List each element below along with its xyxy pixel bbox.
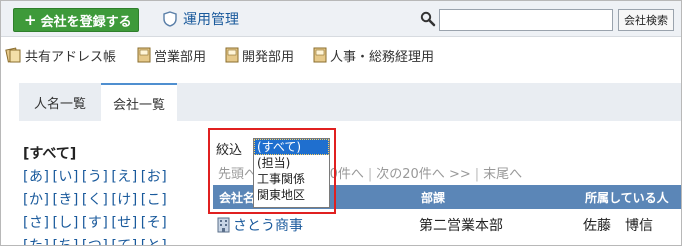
address-book-icon <box>313 47 327 63</box>
filter-option-construction[interactable]: 工事関係 <box>254 171 329 187</box>
kana-link[interactable]: [つ] <box>82 238 108 245</box>
kana-link[interactable]: [ち] <box>52 238 78 245</box>
kana-link[interactable]: [え] <box>111 169 137 185</box>
admin-label: 運用管理 <box>183 12 239 28</box>
company-search-button[interactable]: 会社検索 <box>618 9 674 31</box>
building-icon <box>217 217 230 233</box>
address-book-icon <box>5 47 21 63</box>
column-header-person[interactable]: 所属している人 <box>585 189 669 206</box>
kana-link[interactable]: [け] <box>111 192 137 208</box>
kana-link[interactable]: [し] <box>52 215 78 231</box>
view-tabs: 人名一覧 会社一覧 <box>1 79 681 123</box>
filter-option-assigned[interactable]: (担当) <box>254 155 329 171</box>
kana-link[interactable]: [こ] <box>141 192 167 208</box>
address-book-label: 人事・総務経理用 <box>330 49 435 65</box>
company-search-input[interactable] <box>439 9 613 31</box>
dept-cell: 第二営業本部 <box>419 218 503 234</box>
address-book-list: 共有アドレス帳 営業部用 開発部用 人事・総務経理用 <box>1 39 681 71</box>
address-book-label: 営業部用 <box>154 49 207 65</box>
shield-icon <box>163 11 177 27</box>
filter-option-kanto[interactable]: 関東地区 <box>254 187 329 203</box>
kana-link[interactable]: [せ] <box>111 215 137 231</box>
kana-link[interactable]: [と] <box>141 238 167 245</box>
kana-index-row: [さ] [し] [す] [せ] [そ] <box>23 212 170 232</box>
kana-link[interactable]: [お] <box>141 169 167 185</box>
company-name: さとう商事 <box>233 218 303 234</box>
kana-link[interactable]: [あ] <box>23 169 49 185</box>
address-book-label: 共有アドレス帳 <box>25 49 117 65</box>
kana-link[interactable]: [て] <box>111 238 137 245</box>
address-book-sales[interactable]: 営業部用 <box>136 46 206 65</box>
kana-index-row: [た] [ち] [つ] [て] [と] <box>23 235 170 245</box>
search-icon <box>420 11 436 27</box>
top-toolbar: + 会社を登録する 運用管理 会社検索 <box>1 1 681 37</box>
window: + 会社を登録する 運用管理 会社検索 共有アドレス帳 営業部用 開発部用 人事… <box>0 0 682 246</box>
kana-link[interactable]: [か] <box>23 192 49 208</box>
kana-link[interactable]: [い] <box>52 169 78 185</box>
address-book-icon <box>225 47 239 63</box>
kana-index-row: [あ] [い] [う] [え] [お] <box>23 166 170 186</box>
address-book-shared[interactable]: 共有アドレス帳 <box>5 46 116 65</box>
filter-option-all[interactable]: (すべて) <box>254 139 329 155</box>
kana-link[interactable]: [た] <box>23 238 49 245</box>
kana-link[interactable]: [き] <box>52 192 78 208</box>
kana-link[interactable]: [そ] <box>141 215 167 231</box>
tab-company-list[interactable]: 会社一覧 <box>101 83 177 121</box>
address-book-hr[interactable]: 人事・総務経理用 <box>312 46 434 65</box>
company-link[interactable]: さとう商事 <box>217 215 303 235</box>
kana-index-row: [か] [き] [く] [け] [こ] <box>23 189 170 209</box>
column-header-dept[interactable]: 部課 <box>421 189 445 206</box>
filter-dropdown[interactable]: (すべて) (担当) 工事関係 関東地区 <box>253 138 330 208</box>
address-book-icon <box>137 47 151 63</box>
index-all-link[interactable]: [すべて] <box>23 143 76 163</box>
kana-link[interactable]: [さ] <box>23 215 49 231</box>
person-cell: 佐藤 博信 <box>583 218 653 234</box>
kana-link[interactable]: [く] <box>82 192 108 208</box>
plus-icon: + <box>24 11 37 29</box>
admin-link[interactable]: 運用管理 <box>163 9 239 29</box>
address-book-development[interactable]: 開発部用 <box>224 46 294 65</box>
pager-next[interactable]: 次の20件へ >> <box>376 167 470 182</box>
pager-last[interactable]: 末尾へ <box>483 167 522 182</box>
register-company-label: 会社を登録する <box>40 14 132 30</box>
kana-link[interactable]: [す] <box>82 215 108 231</box>
address-book-label: 開発部用 <box>242 49 295 65</box>
pager-separator: | <box>367 167 373 182</box>
pager-separator: | <box>474 167 480 182</box>
register-company-button[interactable]: + 会社を登録する <box>13 8 139 32</box>
tab-person-list[interactable]: 人名一覧 <box>19 83 101 121</box>
kana-link[interactable]: [う] <box>82 169 108 185</box>
